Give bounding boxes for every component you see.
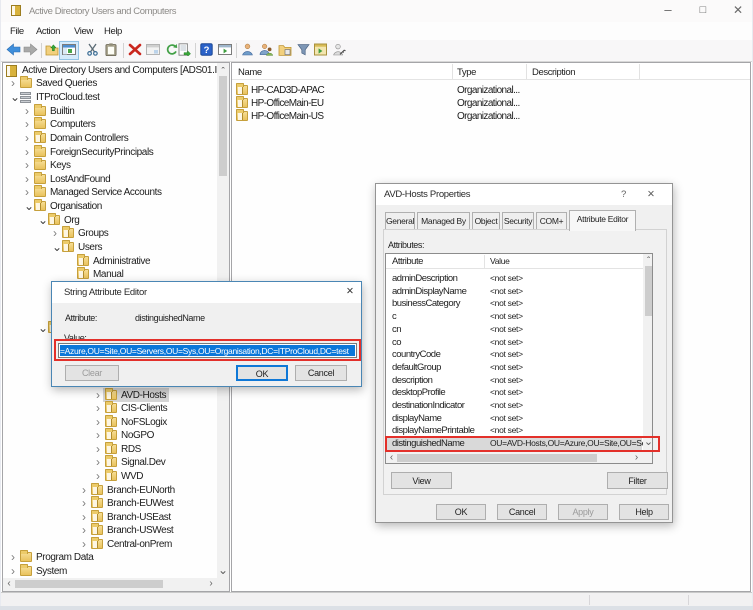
svg-text:?: ? [204,45,210,56]
